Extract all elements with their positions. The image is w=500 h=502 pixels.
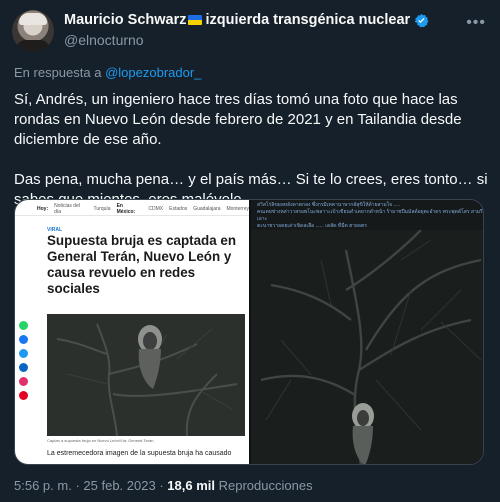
thai-post-line: ตะนาชวาอดยเล่าเขิดลเลือ ...... เดสัด ที่… xyxy=(257,223,367,229)
verified-badge-icon xyxy=(414,13,429,27)
author-handle[interactable]: @elnocturno xyxy=(64,32,144,48)
whatsapp-icon xyxy=(19,321,28,330)
news-nav-item: En México: xyxy=(116,202,136,215)
views-label: Reproducciones xyxy=(218,478,313,493)
news-nav-bar: Hoy: Noticias del día Turquía En México:… xyxy=(15,202,249,216)
news-photo-caption: Captan a supuesta bruja en Nuevo León/Ví… xyxy=(47,438,154,443)
thai-post-line: คนเคยช่างหล่าวาสรอพโนะพลาาะเบ้าเขียนดำเด… xyxy=(257,209,483,222)
tweet-date[interactable]: 25 feb. 2023 xyxy=(83,478,155,493)
news-nav-item: CDMX xyxy=(148,205,164,212)
news-nav-item: Turquía xyxy=(93,205,111,212)
views-count[interactable]: 18,6 mil xyxy=(167,478,215,493)
author-display-name[interactable]: Mauricio Schwarz xyxy=(64,12,186,28)
news-lead-text: La estremecedora imagen de la supuesta b… xyxy=(47,450,232,457)
facebook-icon xyxy=(19,335,28,344)
meta-separator: · xyxy=(159,478,164,493)
news-nav-item: Monterrey xyxy=(226,205,249,212)
tweet-paragraph-1: Sí, Andrés, un ingeniero hace tres días … xyxy=(14,91,462,148)
avatar-shirt xyxy=(16,40,50,52)
avatar-hair xyxy=(19,13,47,25)
ukraine-flag-icon xyxy=(188,15,203,25)
reply-context: En respuesta a @lopezobrador_ xyxy=(14,65,201,80)
media-image-news-article[interactable]: Hoy: Noticias del día Turquía En México:… xyxy=(15,200,249,464)
thai-post-line: สวิสโร่ลิขผลหลังคาตกลง ซึ่งกรมิเทคานาษาก… xyxy=(257,202,401,208)
meta-separator: · xyxy=(75,478,80,493)
pinterest-icon xyxy=(19,391,28,400)
tweet-meta: 5:56 p. m. · 25 feb. 2023 · 18,6 mil Rep… xyxy=(14,478,313,493)
news-nav-item: Hoy: xyxy=(37,205,49,212)
avatar[interactable] xyxy=(12,10,54,52)
tweet-media: Hoy: Noticias del día Turquía En México:… xyxy=(14,199,484,465)
reply-prefix: En respuesta a xyxy=(14,65,102,80)
media-image-thai-post[interactable]: สวิสโร่ลิขผลหลังคาตกลง ซึ่งกรมิเทคานาษาก… xyxy=(251,200,483,464)
news-nav-item: Guadalajara xyxy=(193,205,221,212)
linkedin-icon xyxy=(19,363,28,372)
night-tree-photo-large xyxy=(251,230,483,464)
thai-post-text: สวิสโร่ลิขผลหลังคาตกลง ซึ่งกรมิเทคานาษาก… xyxy=(257,202,483,230)
tweet: Mauricio Schwarz izquierda transgénica n… xyxy=(0,0,500,502)
more-options-icon[interactable]: ••• xyxy=(466,14,486,32)
share-icons xyxy=(19,321,28,400)
author-display-name-suffix[interactable]: izquierda transgénica nuclear xyxy=(205,12,410,28)
author-name-row[interactable]: Mauricio Schwarz izquierda transgénica n… xyxy=(64,12,429,28)
news-nav-item: Estados xyxy=(169,205,188,212)
tweet-time[interactable]: 5:56 p. m. xyxy=(14,478,72,493)
twitter-icon xyxy=(19,349,28,358)
news-nav-item: Noticias del día xyxy=(54,202,80,215)
news-headline: Supuesta bruja es captada en General Ter… xyxy=(47,233,237,296)
night-tree-photo-art xyxy=(47,314,245,436)
news-photo-night-tree xyxy=(47,314,245,436)
email-icon xyxy=(19,377,28,386)
reply-mention-link[interactable]: @lopezobrador_ xyxy=(105,65,201,80)
